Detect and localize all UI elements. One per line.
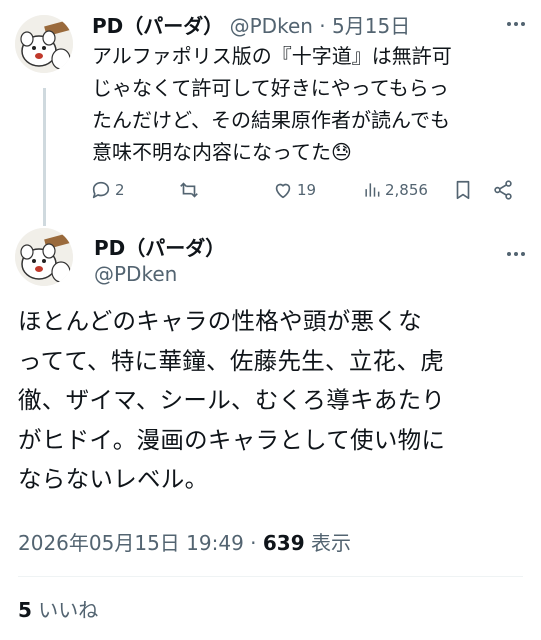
more-icon[interactable]	[502, 240, 530, 268]
separator-dot: ·	[319, 14, 326, 38]
like-icon	[275, 183, 291, 199]
display-name[interactable]: PD（パーダ）	[94, 232, 225, 261]
bookmark-button[interactable]	[452, 176, 474, 204]
tweet-line: ほとんどのキャラの性格や頭が悪くな	[18, 307, 422, 335]
divider	[18, 576, 523, 577]
share-button[interactable]	[492, 176, 514, 204]
avatar[interactable]	[15, 15, 73, 73]
reply-line: 意味不明な内容になってた😓	[92, 140, 352, 164]
user-handle[interactable]: @PDken	[230, 14, 313, 38]
retweet-button[interactable]	[178, 176, 203, 204]
like-button[interactable]: 19	[272, 176, 316, 204]
post-meta: 2026年05月15日 19:49 · 639 表示	[18, 527, 351, 556]
share-icon	[494, 180, 512, 200]
like-count: 5	[18, 598, 32, 622]
avatar-image	[15, 15, 73, 73]
post-date[interactable]: 5月15日	[332, 14, 410, 38]
reply-icon	[92, 181, 110, 199]
tweet-line: ってて、特に華鐘、佐藤先生、立花、虎	[18, 346, 445, 375]
reply-text: アルファポリス版の『十字道』は無許可 じゃなくて許可して好きにやってもらっ たん…	[92, 40, 512, 168]
tweet-line: 徹、ザイマ、シール、むくろ導キあたり	[18, 386, 446, 414]
user-handle[interactable]: @PDken	[94, 262, 177, 286]
likes-summary[interactable]: 5 いいね	[18, 594, 98, 623]
reply-line: じゃなくて許可して好きにやってもらっ	[92, 76, 449, 100]
view-count: 2,856	[385, 181, 428, 199]
reply-line: アルファポリス版の『十字道』は無許可	[92, 44, 452, 68]
views-icon	[365, 183, 380, 197]
separator-dot: ·	[250, 531, 257, 555]
reply-line: たんだけど、その結果原作者が読んでも	[92, 108, 450, 132]
views-label: 表示	[310, 531, 351, 555]
more-icon[interactable]	[502, 10, 530, 38]
action-bar: 2 19 2,856	[90, 176, 520, 204]
post-timestamp[interactable]: 2026年05月15日 19:49	[18, 531, 244, 555]
avatar-image	[15, 228, 73, 286]
reply-header: PD（パーダ） @PDken · 5月15日	[92, 10, 410, 39]
view-count: 639	[262, 531, 305, 555]
tweet-line: がヒドイ。漫画のキャラとして使い物に	[18, 425, 446, 454]
avatar[interactable]	[15, 228, 73, 286]
tweet-line: ならないレベル。	[18, 465, 209, 493]
likes-label: いいね	[38, 598, 99, 622]
bookmark-icon	[456, 180, 470, 200]
thread-connector	[43, 88, 46, 226]
reply-button[interactable]: 2	[90, 176, 125, 204]
tweet-text: ほとんどのキャラの性格や頭が悪くな ってて、特に華鐘、佐藤先生、立花、虎 徹、ザ…	[18, 302, 528, 500]
retweet-icon	[180, 182, 198, 198]
views-button[interactable]: 2,856	[362, 176, 428, 204]
like-count: 19	[297, 181, 317, 199]
reply-count: 2	[115, 181, 125, 199]
display-name[interactable]: PD（パーダ）	[92, 14, 223, 38]
